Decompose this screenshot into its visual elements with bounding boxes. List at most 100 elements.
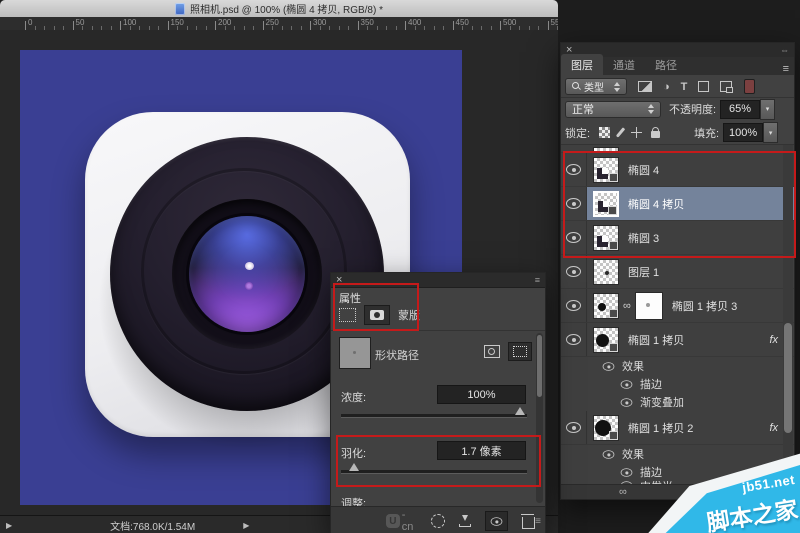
- layers-scrollbar-thumb[interactable]: [784, 323, 792, 433]
- layer-thumbnail[interactable]: [593, 157, 619, 183]
- apply-mask-icon: [459, 515, 471, 527]
- layers-panel: × ⇔ 图层 通道 路径 ≡ 类型 ◑ T 正常: [560, 42, 795, 500]
- fx-badge[interactable]: fx: [769, 422, 778, 434]
- status-menu-arrow-icon[interactable]: ▶: [243, 521, 249, 530]
- visibility-toggle[interactable]: [561, 255, 587, 288]
- eye-icon[interactable]: [621, 398, 633, 407]
- image-icon: [638, 81, 652, 92]
- filter-toggle[interactable]: [744, 79, 755, 94]
- effect-stroke-row[interactable]: 描边: [561, 375, 794, 393]
- fill-dropdown-icon[interactable]: ▾: [763, 122, 778, 143]
- layer-row-layer-1[interactable]: 图层 1: [561, 255, 794, 289]
- resize-grip-icon[interactable]: ≡: [535, 516, 541, 527]
- layer-row-partial[interactable]: [561, 145, 794, 153]
- ui-cn-text: -cn: [402, 509, 417, 533]
- tab-layers[interactable]: 图层: [561, 54, 603, 75]
- properties-scrollbar[interactable]: [536, 333, 543, 503]
- close-icon[interactable]: ×: [336, 275, 342, 285]
- layer-row-ellipse-1-copy[interactable]: 椭圆 1 拷贝 fx ▴: [561, 323, 794, 357]
- eye-icon[interactable]: [621, 380, 633, 389]
- eye-icon[interactable]: [603, 362, 615, 371]
- dropdown-arrows-icon: [614, 82, 620, 92]
- fx-badge[interactable]: fx: [769, 334, 778, 346]
- opacity-value[interactable]: 65%: [720, 100, 760, 119]
- delete-mask-button[interactable]: [522, 514, 535, 529]
- filter-shape-layers-button[interactable]: [698, 81, 709, 92]
- lock-position-icon[interactable]: [631, 127, 642, 138]
- eye-icon: [566, 422, 581, 433]
- link-layers-icon[interactable]: ∞: [619, 487, 627, 497]
- visibility-toggle[interactable]: [561, 187, 587, 220]
- properties-panel-header[interactable]: × ≡: [331, 273, 545, 288]
- layer-mask-thumbnail[interactable]: [635, 292, 663, 320]
- eye-icon[interactable]: [621, 468, 633, 477]
- layer-thumbnail[interactable]: [593, 293, 619, 319]
- opacity-dropdown-icon[interactable]: ▾: [760, 99, 775, 120]
- filter-kind-dropdown[interactable]: 类型: [565, 78, 627, 95]
- layer-row-ellipse-4-copy[interactable]: 椭圆 4 拷贝: [561, 187, 794, 221]
- filter-smart-objects-button[interactable]: [720, 81, 732, 92]
- layer-row-ellipse-1-copy-2[interactable]: 椭圆 1 拷贝 2 fx ▴: [561, 411, 794, 445]
- mask-thumbnail[interactable]: [339, 337, 371, 369]
- feather-slider[interactable]: [341, 470, 527, 474]
- add-mask-icon[interactable]: [484, 345, 500, 358]
- filter-kind-label: 类型: [584, 79, 604, 94]
- shape-preview: [597, 236, 608, 247]
- layer-row-ellipse-3[interactable]: 椭圆 3: [561, 221, 794, 255]
- camera-lens: [189, 216, 305, 332]
- visibility-toggle[interactable]: [561, 289, 587, 322]
- lock-transparency-icon[interactable]: [599, 127, 610, 138]
- density-slider-thumb[interactable]: [515, 407, 525, 415]
- lock-all-icon[interactable]: [651, 131, 660, 138]
- panel-menu-icon[interactable]: ≡: [535, 275, 540, 285]
- visibility-toggle[interactable]: [561, 323, 587, 356]
- layer-row-ellipse-4[interactable]: 椭圆 4: [561, 153, 794, 187]
- layer-row-ellipse-1-copy-3[interactable]: ∞ 椭圆 1 拷贝 3: [561, 289, 794, 323]
- properties-panel: × ≡ 属性 蒙版 形状路径 浓度: 100% 羽化: 1.7 像素 调整:: [330, 272, 546, 533]
- camera-lens-rim: [172, 199, 322, 349]
- mask-link-icon[interactable]: ∞: [623, 300, 631, 312]
- visibility-toggle[interactable]: [561, 153, 587, 186]
- eye-icon[interactable]: [603, 450, 615, 459]
- filter-type-layers-button[interactable]: T: [681, 81, 688, 93]
- document-titlebar[interactable]: 照相机.psd @ 100% (椭圆 4 拷贝, RGB/8) *: [0, 0, 558, 18]
- mask-properties-button[interactable]: [364, 305, 390, 325]
- shape-properties-icon[interactable]: [339, 308, 356, 322]
- properties-scrollbar-thumb[interactable]: [537, 335, 542, 397]
- load-mask-selection-button[interactable]: [431, 514, 445, 528]
- density-slider[interactable]: [341, 414, 527, 418]
- mask-icon: [370, 310, 384, 320]
- vector-mask-icon[interactable]: [508, 342, 532, 361]
- effect-gradient-overlay-row[interactable]: 渐变叠加: [561, 393, 794, 411]
- filter-adjustment-layers-button[interactable]: ◑: [663, 81, 670, 93]
- effects-row[interactable]: 效果: [561, 357, 794, 375]
- layer-thumbnail[interactable]: [593, 327, 619, 353]
- tab-paths[interactable]: 路径: [645, 54, 687, 75]
- apply-mask-button[interactable]: [459, 515, 471, 527]
- blend-mode-dropdown[interactable]: 正常: [565, 101, 661, 118]
- eye-icon: [566, 334, 581, 345]
- layer-thumbnail[interactable]: [593, 415, 619, 441]
- layer-thumbnail[interactable]: [593, 191, 619, 217]
- visibility-toggle[interactable]: [561, 411, 587, 444]
- status-left-arrow-icon[interactable]: ▶: [6, 521, 12, 530]
- layers-scrollbar[interactable]: [783, 145, 793, 485]
- filter-pixel-layers-button[interactable]: [638, 81, 652, 92]
- layer-filter-row: 类型 ◑ T: [561, 76, 794, 98]
- tab-channels[interactable]: 通道: [603, 54, 645, 75]
- enable-mask-button[interactable]: [485, 511, 509, 531]
- feather-slider-thumb[interactable]: [349, 463, 359, 471]
- feather-value[interactable]: 1.7 像素: [437, 441, 526, 460]
- layer-thumbnail[interactable]: [593, 225, 619, 251]
- panel-menu-icon[interactable]: ≡: [783, 63, 789, 75]
- expand-icon[interactable]: ⇔: [780, 45, 789, 55]
- eye-icon: [566, 232, 581, 243]
- fill-value[interactable]: 100%: [723, 123, 763, 142]
- lock-pixels-icon[interactable]: [616, 127, 625, 137]
- visibility-toggle[interactable]: [561, 221, 587, 254]
- ui-cn-watermark: U -cn: [386, 509, 417, 533]
- density-value[interactable]: 100%: [437, 385, 526, 404]
- ruler-tick: [548, 21, 549, 30]
- layer-thumbnail[interactable]: [593, 259, 619, 285]
- ui-cn-badge: U: [386, 514, 400, 528]
